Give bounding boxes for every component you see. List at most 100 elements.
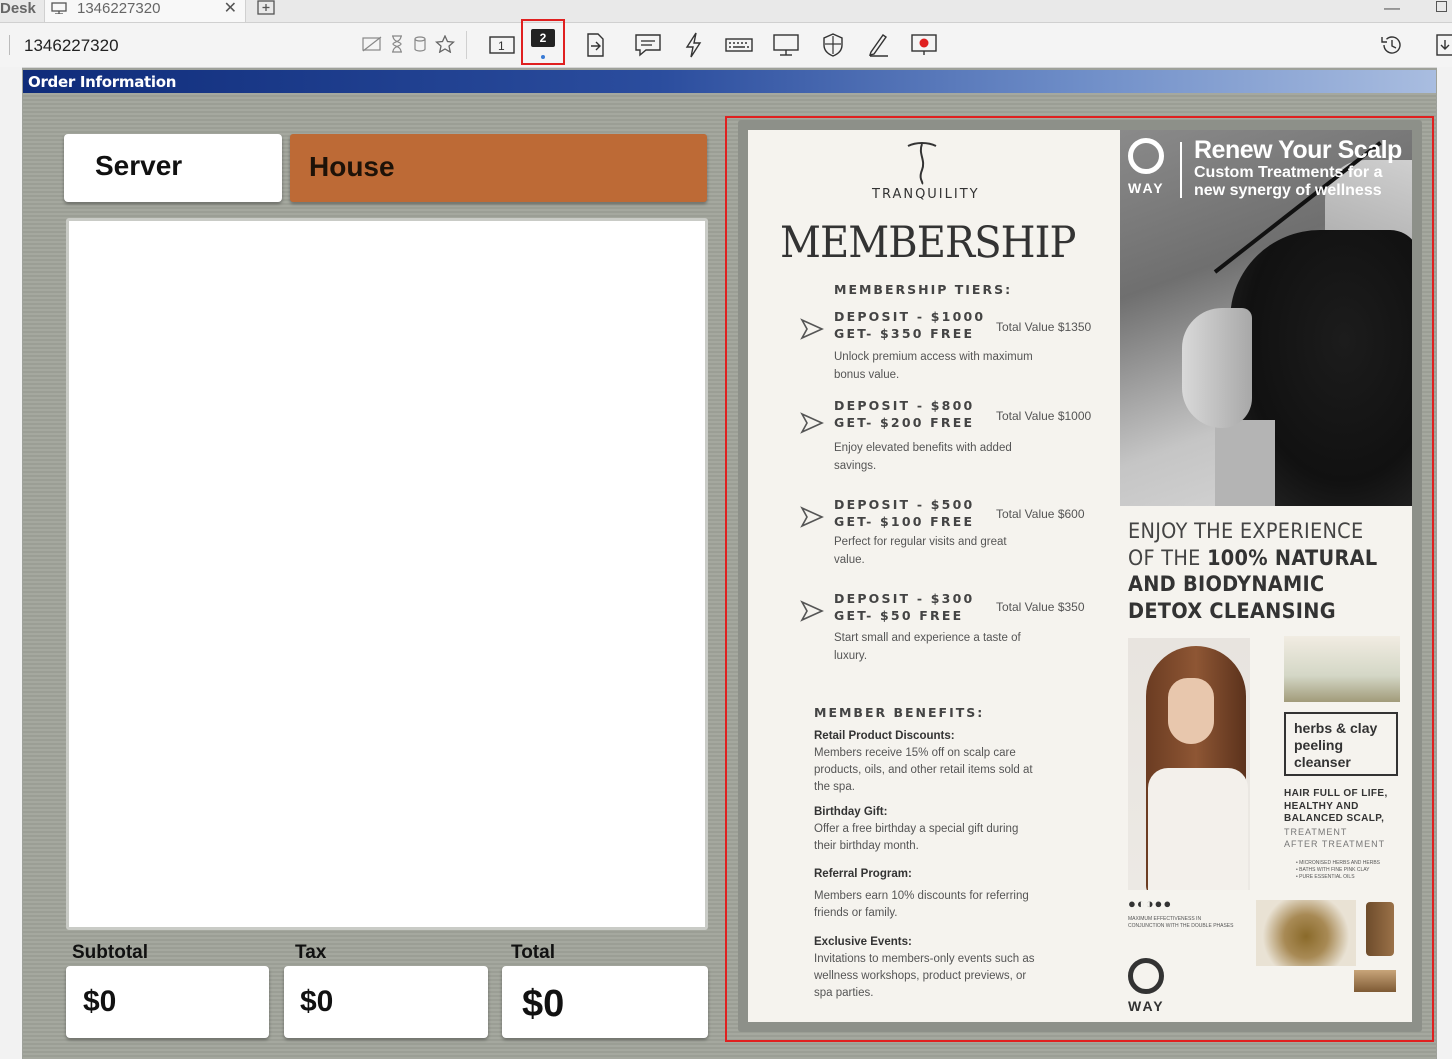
treatment-line-1: TREATMENT xyxy=(1284,827,1348,837)
toolbar-separator xyxy=(466,31,467,59)
way-logo: WAY xyxy=(1128,138,1165,196)
tax-value: $0 xyxy=(284,966,488,1038)
enjoy-line-2b: 100% NATURAL xyxy=(1207,545,1378,570)
record-button[interactable] xyxy=(908,31,938,59)
session-tab[interactable]: 1346227320 ✕ xyxy=(44,0,246,22)
tier-deposit: DEPOSIT - $300 xyxy=(834,591,975,606)
window-title-bar: Order Information xyxy=(23,70,1436,93)
tier-description: Start small and experience a taste of lu… xyxy=(834,632,1021,662)
renew-title: Renew Your Scalp xyxy=(1194,136,1402,164)
no-image-icon[interactable] xyxy=(362,35,382,53)
close-tab-icon[interactable]: ✕ xyxy=(224,0,237,18)
security-button[interactable] xyxy=(818,31,848,59)
enjoy-headline: ENJOY THE EXPERIENCE OF THE 100% NATURAL… xyxy=(1128,518,1377,624)
tier-total-value: Total Value $1000 xyxy=(996,409,1092,423)
download-icon xyxy=(1436,34,1452,56)
brand-name: TRANQUILITY xyxy=(872,187,980,202)
enjoy-line-2a: OF THE xyxy=(1128,545,1208,570)
total-label: Total xyxy=(511,942,555,963)
phase-note-2: CONJUNCTION WITH THE DOUBLE PHASES xyxy=(1128,923,1234,929)
action-button[interactable] xyxy=(680,31,710,59)
ingredient-2: • BATHS WITH FINE PINK CLAY xyxy=(1296,867,1370,873)
jars-photo xyxy=(1354,970,1396,992)
hair-full-line-3: BALANCED SCALP, xyxy=(1284,813,1385,824)
session-tab-label: 1346227320 xyxy=(77,0,161,17)
treatment-line-2: AFTER TREATMENT xyxy=(1284,839,1386,849)
renew-sub-2: new synergy of wellness xyxy=(1194,182,1382,199)
address-field[interactable]: 1346227320 xyxy=(24,36,119,56)
right-window-edge xyxy=(1437,67,1452,1059)
benefit-text: Offer a free birthday a special gift dur… xyxy=(814,823,1019,852)
lightning-icon xyxy=(685,32,702,58)
tier-total-value: Total Value $600 xyxy=(996,507,1085,521)
jar-photo xyxy=(1366,902,1394,956)
herbs-photo xyxy=(1284,636,1400,702)
bowl-photo xyxy=(1256,900,1356,966)
screen-2-button[interactable]: 2 xyxy=(521,19,565,65)
history-icon xyxy=(1381,36,1401,54)
download-button[interactable] xyxy=(1430,31,1452,59)
benefit-title: Birthday Gift: xyxy=(814,806,888,818)
house-button[interactable]: House xyxy=(290,134,707,202)
ingredient-3: • PURE ESSENTIAL OILS xyxy=(1296,874,1355,880)
tranquility-logo-icon xyxy=(907,142,937,185)
window-title: Order Information xyxy=(28,73,177,91)
enjoy-line-3: AND BIODYNAMIC xyxy=(1128,572,1325,596)
tier-deposit: DEPOSIT - $800 xyxy=(834,398,975,413)
tier-deposit: DEPOSIT - $1000 xyxy=(834,309,986,324)
maximize-icon[interactable] xyxy=(1436,1,1447,12)
way-logo-bottom: WAY xyxy=(1128,958,1165,1014)
address-divider xyxy=(9,35,10,55)
keyboard-button[interactable] xyxy=(722,31,753,59)
benefit-title: Exclusive Events: xyxy=(814,936,912,948)
database-icon[interactable] xyxy=(413,35,427,53)
hair-full-text: HAIR FULL OF LIFE, HEALTHY AND BALANCED … xyxy=(1284,788,1388,826)
logo-divider xyxy=(1180,142,1182,198)
way-logo-text: WAY xyxy=(1128,998,1165,1014)
toolbar: 1346227320 1 2 xyxy=(0,19,1452,68)
subtotal-value: $0 xyxy=(66,966,269,1038)
tax-label: Tax xyxy=(295,942,327,963)
monitor-icon xyxy=(51,2,67,14)
draw-button[interactable] xyxy=(864,31,894,59)
active-indicator xyxy=(541,55,545,59)
enjoy-line-4: DETOX CLEANSING xyxy=(1128,598,1336,623)
tier-description: Perfect for regular visits and great val… xyxy=(834,536,1007,566)
tier-description: Enjoy elevated benefits with added savin… xyxy=(834,442,1012,472)
way-ring-icon xyxy=(1128,958,1164,994)
chat-button[interactable] xyxy=(632,31,662,59)
phase-note: MAXIMUM EFFECTIVENESS IN CONJUNCTION WIT… xyxy=(1128,916,1233,930)
benefit-title: Referral Program: xyxy=(814,868,912,880)
model-photo xyxy=(1128,638,1250,890)
history-button[interactable] xyxy=(1376,31,1406,59)
tier-description: Unlock premium access with maximum bonus… xyxy=(834,351,1033,381)
order-items-list[interactable] xyxy=(66,218,708,930)
tab-bar: Desk 1346227320 ✕ — xyxy=(0,0,1452,23)
minimize-icon[interactable]: — xyxy=(1384,0,1400,18)
phase-note-1: MAXIMUM EFFECTIVENESS IN xyxy=(1128,916,1202,922)
file-transfer-icon xyxy=(587,33,604,57)
hourglass-icon[interactable] xyxy=(390,35,404,53)
server-button[interactable]: Server xyxy=(64,134,282,202)
tier-total-value: Total Value $1350 xyxy=(996,320,1092,334)
flyer-title: MEMBERSHIP xyxy=(780,218,1076,268)
shield-icon xyxy=(823,33,843,57)
tier-arrow-icon xyxy=(800,412,824,434)
tier-total-value: Total Value $350 xyxy=(996,600,1085,614)
renew-sub-1: Custom Treatments for a xyxy=(1194,164,1383,181)
tiers-heading: MEMBERSHIP TIERS: xyxy=(834,282,1013,297)
membership-flyer: TRANQUILITY MEMBERSHIP MEMBERSHIP TIERS:… xyxy=(748,130,1412,1022)
subtotal-label: Subtotal xyxy=(72,942,148,963)
hair-full-line-1: HAIR FULL OF LIFE, xyxy=(1284,788,1388,799)
address-icons xyxy=(362,34,459,55)
file-transfer-button[interactable] xyxy=(580,31,610,59)
tier-arrow-icon xyxy=(800,600,824,622)
chat-icon xyxy=(635,34,661,57)
tier-arrow-icon xyxy=(800,318,824,340)
star-icon[interactable] xyxy=(435,34,456,54)
screen-1-button[interactable]: 1 xyxy=(486,31,516,59)
new-tab-icon[interactable] xyxy=(256,0,276,18)
desk-tab[interactable]: Desk xyxy=(0,0,36,22)
benefit-text: Members receive 15% off on scalp care pr… xyxy=(814,747,1033,793)
display-button[interactable] xyxy=(770,31,800,59)
